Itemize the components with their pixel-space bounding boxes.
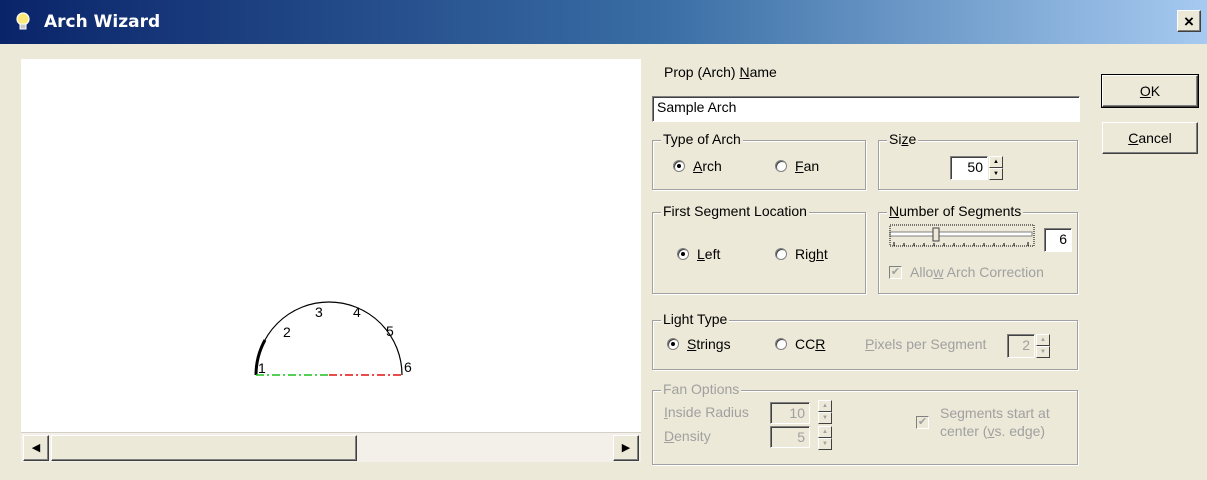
- pixels-per-segment-spinner[interactable]: ▲ ▼: [1036, 334, 1050, 358]
- arch-radio[interactable]: Arch: [673, 158, 722, 174]
- close-button[interactable]: ×: [1177, 10, 1201, 32]
- prop-name-label: Prop (Arch) Name: [664, 64, 777, 80]
- title-bar: Arch Wizard ×: [0, 0, 1207, 44]
- spin-down-icon[interactable]: ▼: [989, 168, 1003, 180]
- density-label: Density: [664, 428, 711, 444]
- size-input[interactable]: 50: [950, 156, 988, 180]
- segment-label-2: 2: [283, 324, 291, 340]
- arch-radio-label: Arch: [693, 158, 722, 174]
- scroll-left-button[interactable]: ◀: [23, 435, 49, 461]
- fan-options-legend: Fan Options: [661, 381, 742, 397]
- spin-down-icon[interactable]: ▼: [818, 438, 832, 450]
- number-of-segments-legend: Number of Segments: [887, 203, 1024, 219]
- scroll-right-button[interactable]: ▶: [613, 435, 639, 461]
- density-input[interactable]: 5: [770, 426, 810, 448]
- slider-thumb[interactable]: [932, 227, 940, 242]
- spin-up-icon[interactable]: ▲: [818, 400, 832, 412]
- checkbox-checked-icon: ✔: [916, 416, 929, 429]
- right-radio-label: Right: [795, 246, 828, 262]
- cancel-button[interactable]: Cancel: [1102, 122, 1198, 154]
- strings-radio[interactable]: Strings: [667, 336, 731, 352]
- radio-unselected-icon: [775, 248, 787, 260]
- cancel-button-label: Cancel: [1128, 130, 1172, 146]
- radio-unselected-icon: [775, 338, 787, 350]
- radio-selected-icon: [673, 160, 685, 172]
- preview-horizontal-scrollbar[interactable]: ◀ ▶: [21, 432, 641, 462]
- inside-radius-label: Inside Radius: [664, 404, 749, 420]
- spin-up-icon[interactable]: ▲: [1036, 334, 1050, 346]
- segment-label-1: 1: [258, 360, 266, 376]
- prop-name-input[interactable]: Sample Arch: [652, 96, 1080, 122]
- arrow-right-icon: ▶: [621, 441, 631, 454]
- inside-radius-input[interactable]: 10: [770, 402, 810, 424]
- fan-radio[interactable]: Fan: [775, 158, 819, 174]
- segment-label-6: 6: [404, 359, 412, 375]
- arch-preview-canvas: 1 2 3 4 5 6: [21, 59, 641, 432]
- ok-button-label: OK: [1139, 83, 1161, 99]
- left-radio-label: Left: [697, 246, 721, 262]
- segment-label-4: 4: [353, 304, 361, 320]
- radio-selected-icon: [667, 338, 679, 350]
- close-icon: ×: [1184, 11, 1194, 31]
- segment-label-3: 3: [315, 304, 323, 320]
- size-spinner[interactable]: ▲ ▼: [989, 156, 1003, 180]
- strings-radio-label: Strings: [687, 336, 731, 352]
- pixels-per-segment-label: Pixels per Segment: [865, 336, 987, 352]
- type-of-arch-legend: Type of Arch: [661, 131, 743, 147]
- fan-radio-label: Fan: [795, 158, 820, 174]
- ok-button[interactable]: OK: [1101, 74, 1199, 108]
- segments-count-input[interactable]: 6: [1044, 228, 1072, 252]
- window-title: Arch Wizard: [44, 12, 161, 32]
- left-radio[interactable]: Left: [677, 246, 720, 262]
- radio-unselected-icon: [775, 160, 787, 172]
- segments-slider[interactable]: [888, 224, 1036, 252]
- allow-arch-correction-checkbox[interactable]: ✔ Allow Arch Correction: [889, 264, 1044, 280]
- scroll-thumb[interactable]: [51, 435, 357, 461]
- ccr-radio-label: CCR: [795, 336, 826, 352]
- size-legend: Size: [887, 131, 919, 147]
- spin-up-icon[interactable]: ▲: [818, 426, 832, 438]
- segments-start-checkbox[interactable]: ✔: [916, 412, 929, 429]
- spin-down-icon[interactable]: ▼: [1036, 346, 1050, 358]
- arrow-left-icon: ◀: [31, 441, 41, 454]
- segment-label-5: 5: [386, 323, 394, 339]
- right-radio[interactable]: Right: [775, 246, 828, 262]
- allow-arch-correction-label: Allow Arch Correction: [910, 264, 1044, 280]
- first-segment-location-legend: First Segment Location: [661, 203, 809, 219]
- arch-preview-drawing: 1 2 3 4 5 6: [254, 301, 412, 376]
- arch-curve: [255, 301, 403, 376]
- checkbox-checked-icon: ✔: [889, 265, 902, 279]
- segments-start-label: Segments start at center (vs. edge): [940, 405, 1050, 439]
- ccr-radio[interactable]: CCR: [775, 336, 825, 352]
- inside-radius-spinner[interactable]: ▲ ▼: [818, 400, 832, 424]
- pixels-per-segment-input[interactable]: 2: [1007, 334, 1035, 358]
- density-spinner[interactable]: ▲ ▼: [818, 426, 832, 450]
- spin-up-icon[interactable]: ▲: [989, 156, 1003, 168]
- spin-down-icon[interactable]: ▼: [818, 412, 832, 424]
- lightbulb-icon: [12, 11, 34, 33]
- radio-selected-icon: [677, 248, 689, 260]
- light-type-legend: Light Type: [661, 311, 730, 327]
